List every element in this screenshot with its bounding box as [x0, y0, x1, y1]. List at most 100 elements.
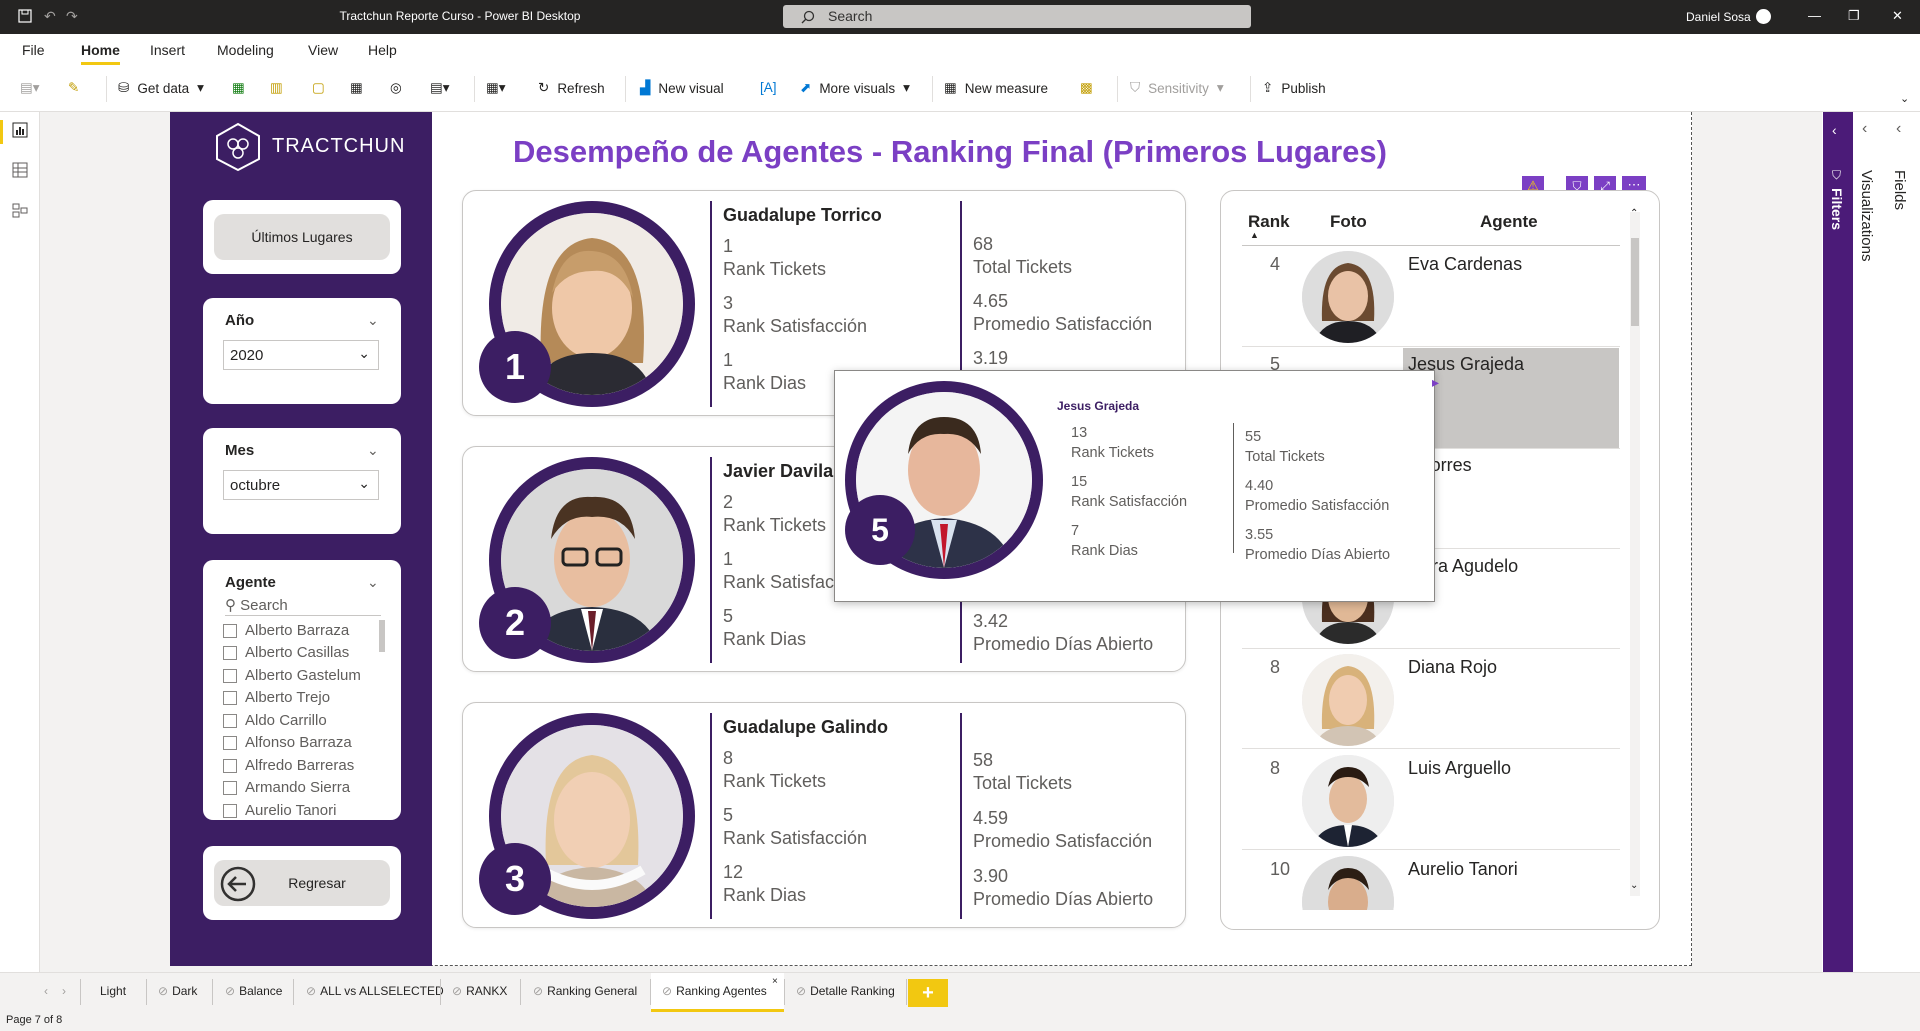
agent-option[interactable]: Alberto Barraza — [223, 622, 349, 639]
logo-icon — [216, 122, 260, 172]
model-view-icon[interactable] — [12, 202, 28, 223]
tab-balance[interactable]: ⊘ Balance — [225, 984, 282, 998]
checkbox[interactable] — [223, 758, 237, 773]
restore-icon[interactable]: ❐ — [1848, 8, 1860, 24]
tooltip-rank-tickets-value: 13 — [1071, 425, 1088, 441]
promedio-dias-value: 3.90 — [973, 866, 1009, 886]
tooltip-position-badge: 5 — [845, 495, 915, 565]
chevron-left-icon[interactable]: ‹ — [1896, 120, 1901, 138]
year-dropdown[interactable]: 2020 ⌄ — [223, 340, 379, 370]
tab-scroll-left-icon[interactable]: ‹ — [44, 984, 48, 998]
agent-search-input[interactable]: ⚲ Search — [225, 596, 381, 616]
collapse-ribbon-icon[interactable]: ⌄ — [1900, 92, 1909, 105]
rank-dias-value: 1 — [723, 350, 734, 370]
sensitivity-button[interactable]: ⛉ Sensitivity ▾ — [1130, 80, 1224, 96]
tab-all-vs-allselected[interactable]: ⊘ ALL vs ALLSELECTED — [306, 984, 444, 998]
agent-option[interactable]: Alfonso Barraza — [223, 734, 352, 751]
chevron-left-icon[interactable]: ‹ — [1862, 120, 1867, 138]
tab-scroll-right-icon[interactable]: › — [62, 984, 66, 998]
menu-help[interactable]: Help — [368, 42, 397, 58]
shield-icon: ⛉ — [1130, 80, 1141, 95]
user-name[interactable]: Daniel Sosa — [1686, 10, 1751, 24]
save-icon[interactable] — [18, 9, 32, 28]
checkbox[interactable] — [223, 645, 237, 660]
tab-dark[interactable]: ⊘ Dark — [158, 984, 197, 998]
data-view-icon[interactable] — [12, 162, 28, 183]
new-measure-button[interactable]: ▦ New measure — [944, 80, 1048, 96]
sql-icon[interactable]: ▢ — [312, 80, 325, 96]
column-header-rank[interactable]: Rank — [1248, 212, 1290, 232]
tab-detalle-ranking[interactable]: ⊘ Detalle Ranking — [796, 984, 895, 998]
regresar-button[interactable]: Regresar — [214, 860, 390, 906]
scrollbar-thumb[interactable] — [1631, 238, 1639, 326]
menu-home[interactable]: Home — [81, 42, 120, 65]
checkbox[interactable] — [223, 803, 237, 818]
more-visuals-button[interactable]: ⬈ More visuals ▾ — [800, 80, 910, 96]
scroll-up-icon[interactable]: ⌃ — [1630, 208, 1638, 219]
redo-icon[interactable]: ↷ — [66, 8, 78, 25]
rank-dias-label: Rank Dias — [723, 373, 807, 393]
filters-pane-collapsed[interactable]: ‹ ⛉ Filters — [1823, 112, 1853, 972]
agent-option[interactable]: Alfredo Barreras — [223, 757, 354, 774]
menu-file[interactable]: File — [22, 42, 45, 58]
checkbox[interactable] — [223, 780, 237, 795]
month-dropdown[interactable]: octubre ⌄ — [223, 470, 379, 500]
minimize-icon[interactable]: — — [1808, 8, 1821, 23]
get-data-button[interactable]: ⛁ Get data ▾ — [118, 80, 204, 96]
checkbox[interactable] — [223, 713, 237, 728]
text-box-icon[interactable]: [A] — [760, 80, 777, 95]
checkbox[interactable] — [223, 623, 237, 638]
close-tab-icon[interactable]: × — [772, 976, 778, 987]
column-header-foto[interactable]: Foto — [1330, 212, 1367, 232]
slicer-scrollbar[interactable] — [379, 620, 385, 652]
transform-data-icon[interactable]: ▦▾ — [486, 80, 506, 96]
calculator-icon: ▦ — [944, 80, 957, 95]
tab-ranking-general[interactable]: ⊘ Ranking General — [533, 984, 637, 998]
agent-option[interactable]: Alberto Casillas — [223, 644, 349, 661]
fields-pane-label[interactable]: Fields — [1891, 170, 1908, 210]
undo-icon[interactable]: ↶ — [44, 8, 56, 25]
paste-icon[interactable]: ▤▾ — [20, 80, 40, 96]
menu-view[interactable]: View — [308, 42, 338, 58]
agent-option[interactable]: Alberto Gastelum — [223, 667, 361, 684]
report-view-icon[interactable] — [12, 122, 28, 143]
dataverse-icon[interactable]: ◎ — [390, 80, 402, 96]
enter-data-icon[interactable]: ▦ — [350, 80, 363, 96]
scroll-down-icon[interactable]: ⌄ — [1630, 880, 1638, 891]
promedio-satisfaccion-label: Promedio Satisfacción — [973, 831, 1153, 851]
menu-insert[interactable]: Insert — [150, 42, 185, 58]
agent-name: Guadalupe Torrico — [723, 205, 882, 225]
checkbox[interactable] — [223, 668, 237, 683]
format-painter-icon[interactable]: ✎ — [68, 80, 79, 96]
agent-option[interactable]: Armando Sierra — [223, 779, 350, 796]
chevron-down-icon[interactable]: ⌄ — [367, 574, 379, 591]
tab-light[interactable]: Light — [100, 984, 126, 998]
dataset-icon[interactable]: ▥ — [270, 80, 283, 96]
chevron-down-icon[interactable]: ⌄ — [367, 312, 379, 329]
tab-ranking-agentes[interactable]: ⊘ Ranking Agentes — [662, 984, 767, 998]
new-visual-button[interactable]: ▟ New visual — [640, 80, 724, 96]
search-input[interactable]: Search — [783, 5, 1251, 28]
menu-modeling[interactable]: Modeling — [217, 42, 274, 58]
column-header-agente[interactable]: Agente — [1480, 212, 1538, 232]
tab-rankx[interactable]: ⊘ RANKX — [452, 984, 507, 998]
close-icon[interactable]: ✕ — [1892, 8, 1903, 24]
refresh-button[interactable]: ↻ Refresh — [538, 80, 605, 96]
checkbox[interactable] — [223, 690, 237, 705]
table-scrollbar[interactable] — [1630, 212, 1640, 896]
agent-option[interactable]: Aurelio Tanori — [223, 802, 336, 819]
chevron-left-icon[interactable]: ‹ — [1832, 122, 1837, 138]
checkbox[interactable] — [223, 735, 237, 750]
publish-button[interactable]: ⇪ Publish — [1262, 80, 1326, 96]
visualizations-pane-label[interactable]: Visualizations — [1858, 170, 1875, 261]
chevron-down-icon[interactable]: ⌄ — [367, 442, 379, 459]
recent-sources-icon[interactable]: ▤▾ — [430, 80, 450, 96]
divider — [1233, 423, 1234, 553]
excel-icon[interactable]: ▦ — [232, 80, 245, 96]
agent-option[interactable]: Alberto Trejo — [223, 689, 330, 706]
ultimos-lugares-button[interactable]: Últimos Lugares — [214, 214, 390, 260]
add-page-button[interactable]: + — [908, 979, 948, 1007]
agent-option[interactable]: Aldo Carrillo — [223, 712, 327, 729]
avatar[interactable] — [1756, 9, 1771, 24]
quick-measure-icon[interactable]: ▩ — [1080, 80, 1093, 96]
